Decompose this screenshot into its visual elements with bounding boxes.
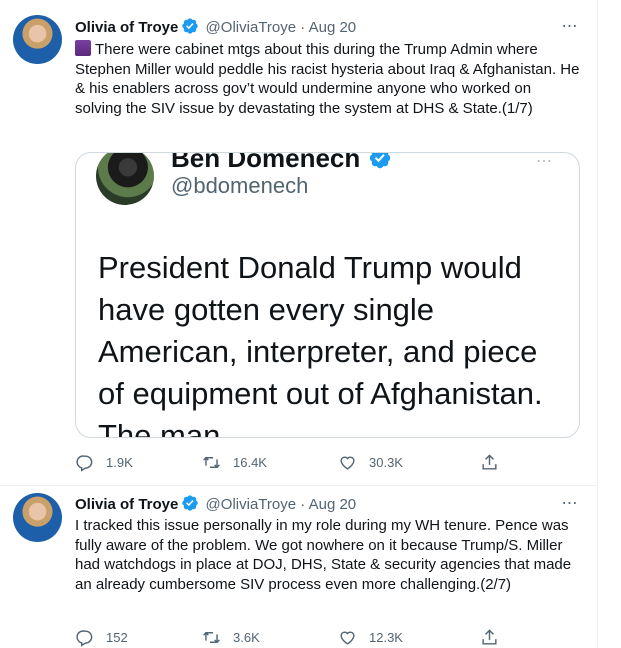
quoted-more-icon: ⋯	[536, 153, 553, 170]
author-handle[interactable]: @OliviaTroye	[206, 496, 297, 513]
more-options-icon[interactable]: ⋯	[560, 17, 580, 37]
quoted-author-label: Ben Domenech	[171, 152, 361, 173]
tweet-1[interactable]: Olivia of Troye @OliviaTroye · Aug 20 ⋯ …	[0, 0, 598, 490]
retweet-icon	[203, 456, 220, 468]
timestamp[interactable]: Aug 20	[309, 496, 357, 513]
share-icon	[482, 628, 497, 645]
retweet-button[interactable]: 3.6K	[202, 626, 260, 648]
avatar[interactable]	[13, 15, 62, 64]
author-handle[interactable]: @OliviaTroye	[206, 19, 297, 36]
retweet-count: 3.6K	[233, 629, 260, 645]
reply-icon	[76, 629, 93, 647]
tweet-2[interactable]: Olivia of Troye @OliviaTroye · Aug 20 ⋯ …	[0, 486, 598, 647]
heart-icon	[340, 456, 355, 470]
timeline: Olivia of Troye @OliviaTroye · Aug 20 ⋯ …	[0, 0, 598, 647]
share-button[interactable]	[480, 626, 499, 648]
quoted-verified-icon	[368, 153, 392, 177]
timestamp[interactable]: Aug 20	[309, 19, 357, 36]
share-icon	[482, 453, 497, 470]
quoted-avatar[interactable]	[96, 153, 154, 205]
tweet-header: Olivia of Troye @OliviaTroye · Aug 20	[75, 17, 356, 41]
heart-icon	[340, 631, 355, 645]
retweet-button[interactable]: 16.4K	[202, 451, 267, 473]
tweet-text: There were cabinet mtgs about this durin…	[75, 40, 580, 118]
like-count: 12.3K	[369, 629, 403, 645]
retweet-icon	[203, 631, 220, 643]
quoted-text: President Donald Trump would have gotten…	[98, 250, 543, 438]
verified-icon	[181, 17, 199, 41]
tweet-body: There were cabinet mtgs about this durin…	[75, 41, 580, 117]
reply-button[interactable]: 152	[75, 626, 128, 648]
author-name[interactable]: Olivia of Troye	[75, 19, 178, 36]
quoted-tweet[interactable]: Ben Domenech @bdomenech ⋯ President Dona…	[75, 152, 580, 438]
scroll-emoji-icon	[75, 40, 91, 56]
share-button[interactable]	[480, 451, 499, 473]
reply-icon	[76, 454, 93, 472]
retweet-count: 16.4K	[233, 454, 267, 470]
separator: ·	[300, 19, 306, 36]
tweet-actions: 152 3.6K 12.3K	[75, 626, 515, 648]
like-button[interactable]: 30.3K	[338, 451, 403, 473]
reply-button[interactable]: 1.9K	[75, 451, 133, 473]
like-count: 30.3K	[369, 454, 403, 470]
verified-icon	[181, 494, 199, 518]
tweet-text: I tracked this issue personally in my ro…	[75, 517, 572, 593]
reply-count: 152	[106, 629, 128, 645]
more-options-icon[interactable]: ⋯	[560, 494, 580, 514]
tweet-actions: 1.9K 16.4K 30.3K	[75, 451, 515, 473]
like-button[interactable]: 12.3K	[338, 626, 403, 648]
reply-count: 1.9K	[106, 454, 133, 470]
separator: ·	[300, 496, 306, 513]
tweet-header: Olivia of Troye @OliviaTroye · Aug 20	[75, 494, 356, 518]
quoted-author-handle: @bdomenech	[171, 173, 309, 198]
avatar[interactable]	[13, 493, 62, 542]
author-name[interactable]: Olivia of Troye	[75, 496, 178, 513]
